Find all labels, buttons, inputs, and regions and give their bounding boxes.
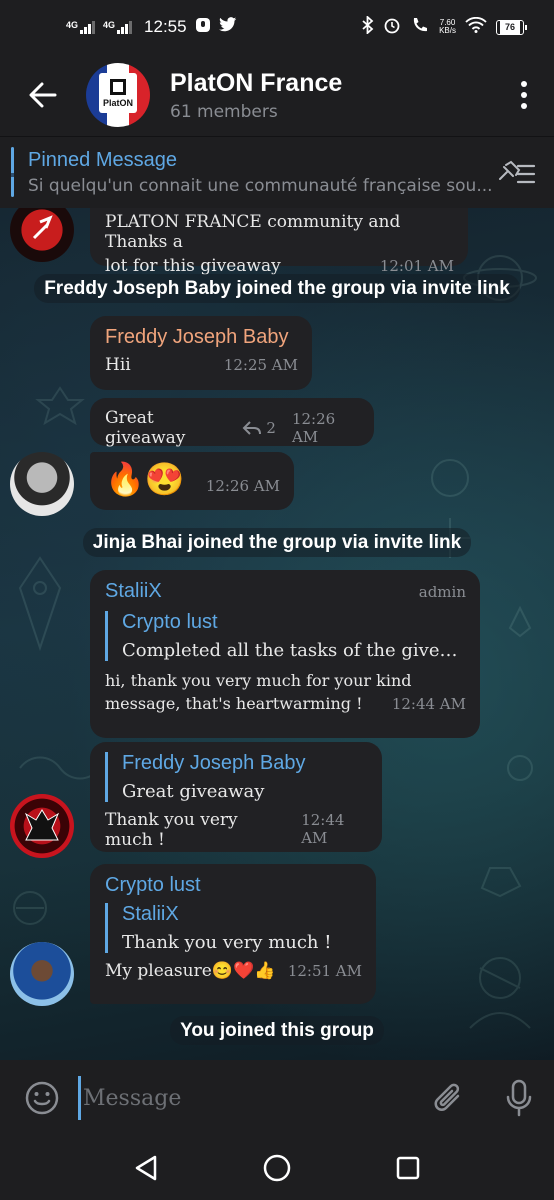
message-bubble-2[interactable]: Freddy Joseph Baby Hii 12:25 AM <box>90 316 312 390</box>
status-time: 12:55 <box>144 17 187 36</box>
message-text: Great giveaway <box>105 408 186 448</box>
message-bubble-7[interactable]: Crypto lust StaliiX Thank you very much … <box>90 864 376 1004</box>
reply-quote[interactable]: StaliiX Thank you very much ! <box>105 903 362 953</box>
microphone-icon <box>506 1079 532 1117</box>
reply-text: Great giveaway <box>122 781 265 802</box>
reply-quote[interactable]: Freddy Joseph Baby Great giveaway <box>105 752 368 802</box>
message-input-bar <box>0 1060 554 1136</box>
triangle-back-icon <box>135 1155 156 1181</box>
alarm-icon <box>383 16 401 39</box>
service-message: Jinja Bhai joined the group via invite l… <box>0 528 554 557</box>
logo-text: PlatON <box>102 97 133 108</box>
smile-icon <box>25 1081 59 1115</box>
message-text: hi, thank you very much for your kind <box>105 671 412 690</box>
network-type-1: 4G <box>66 20 79 30</box>
message-time: 12:51 AM <box>287 962 362 980</box>
reply-count: 2 <box>266 419 276 437</box>
nav-recents-button[interactable] <box>378 1138 438 1198</box>
message-bubble-1[interactable]: PLATON FRANCE community and Thanks a lot… <box>90 208 468 276</box>
admin-badge: admin <box>418 583 466 601</box>
battery-level: 76 <box>500 20 520 34</box>
notification-icon <box>195 17 211 38</box>
call-icon <box>410 16 430 39</box>
message-time: 12:26 AM <box>205 477 280 495</box>
avatar-user-2[interactable] <box>10 452 74 516</box>
service-text: Freddy Joseph Baby joined the group via … <box>34 274 520 303</box>
group-title: PlatON France <box>170 68 343 97</box>
speed-unit: KB/s <box>439 26 456 35</box>
status-left: 4G 4G 12:55 <box>66 17 237 38</box>
circle-home-icon <box>263 1154 291 1182</box>
pinned-message-bar[interactable]: Pinned Message Si quelqu'un connait une … <box>0 136 554 208</box>
message-input[interactable] <box>78 1076 414 1120</box>
message-bubble-4[interactable]: 🔥😍 12:26 AM <box>90 452 294 510</box>
back-button[interactable] <box>0 54 86 136</box>
avatar-user-3[interactable] <box>10 794 74 858</box>
wifi-icon <box>465 16 487 38</box>
signal-icon-1: 4G <box>66 20 96 34</box>
reply-name: StaliiX <box>122 903 179 925</box>
chat-area[interactable]: PLATON FRANCE community and Thanks a lot… <box>0 208 554 1060</box>
service-text: Jinja Bhai joined the group via invite l… <box>82 528 472 557</box>
pinned-indicator <box>11 147 14 197</box>
avatar-user-4[interactable] <box>10 942 74 1006</box>
square-recents-icon <box>397 1156 420 1180</box>
sender-name[interactable]: Crypto lust <box>105 874 362 897</box>
status-right: 7.60 KB/s 76 <box>362 14 527 39</box>
twitter-icon <box>218 17 237 37</box>
message-text: Thank you very much ! <box>105 810 238 850</box>
message-text: PLATON FRANCE community and Thanks a <box>105 212 401 252</box>
pin-list-button[interactable] <box>494 157 536 191</box>
status-bar: 4G 4G 12:55 7.60 KB/s 76 <box>0 0 554 54</box>
reply-arrow-icon[interactable] <box>242 420 262 436</box>
pinned-text: Si quelqu'un connait une communauté fran… <box>28 176 493 196</box>
member-count: 61 members <box>170 101 278 122</box>
more-vertical-icon <box>521 81 527 87</box>
lion-logo-icon <box>24 809 60 841</box>
paperclip-icon <box>434 1083 460 1111</box>
message-bubble-6[interactable]: Freddy Joseph Baby Great giveaway Thank … <box>90 742 382 852</box>
service-message: Freddy Joseph Baby joined the group via … <box>0 274 554 303</box>
message-time: 12:01 AM <box>379 257 454 275</box>
message-text: lot for this giveaway <box>105 256 281 276</box>
pin-list-icon <box>499 160 536 184</box>
bluetooth-icon <box>362 14 374 39</box>
reply-name: Crypto lust <box>122 611 218 633</box>
nav-back-button[interactable] <box>116 1138 176 1198</box>
chat-header: PlatON PlatON France 61 members <box>0 54 554 136</box>
message-bubble-5[interactable]: StaliiX admin Crypto lust Completed all … <box>90 570 480 738</box>
service-text: You joined this group <box>170 1016 384 1045</box>
message-text: My pleasure😊❤️👍 <box>105 961 276 981</box>
sender-name[interactable]: StaliiX <box>105 580 162 603</box>
message-time: 12:25 AM <box>223 356 298 374</box>
group-avatar[interactable]: PlatON <box>86 63 150 127</box>
network-type-2: 4G <box>103 20 116 30</box>
chat-info[interactable]: PlatON France 61 members <box>170 69 494 122</box>
arrow-left-icon <box>29 82 57 108</box>
signal-icon-2: 4G <box>103 20 133 34</box>
battery-icon: 76 <box>496 19 527 35</box>
message-time: 12:44 AM <box>301 811 345 847</box>
message-text: message, that's heartwarming ! <box>105 694 363 713</box>
emoji-button[interactable] <box>0 1060 84 1136</box>
reply-text: Completed all the tasks of the giveawa..… <box>122 640 462 661</box>
sender-name[interactable]: Freddy Joseph Baby <box>105 326 298 349</box>
more-menu-button[interactable] <box>494 54 554 136</box>
reply-name: Freddy Joseph Baby <box>122 752 306 774</box>
message-bubble-3[interactable]: Great giveaway 2 12:26 AM <box>90 398 374 448</box>
emoji-content: 🔥😍 <box>105 460 185 498</box>
attach-button[interactable] <box>414 1060 484 1136</box>
voice-record-button[interactable] <box>484 1060 554 1136</box>
pinned-title: Pinned Message <box>28 149 177 171</box>
reply-quote[interactable]: Crypto lust Completed all the tasks of t… <box>105 611 466 661</box>
reply-text: Thank you very much ! <box>122 932 332 953</box>
message-time: 12:44 AM <box>391 695 466 713</box>
message-time: 12:26 AM <box>291 410 336 446</box>
platon-logo: PlatON <box>99 73 137 113</box>
network-speed: 7.60 KB/s <box>439 19 456 35</box>
nav-home-button[interactable] <box>247 1138 307 1198</box>
system-nav-bar <box>0 1136 554 1200</box>
service-message: You joined this group <box>0 1016 554 1045</box>
message-text: Hii <box>105 355 131 375</box>
